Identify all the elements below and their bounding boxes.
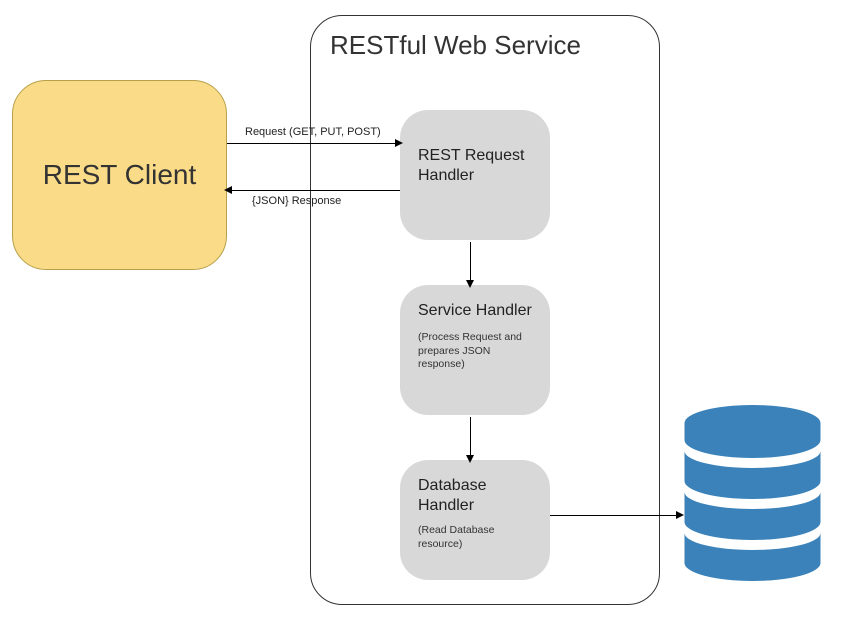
database-handler-title: Database Handler [418,476,532,516]
arrow-to-database-head-icon [466,455,474,463]
arrow-to-service-head-icon [466,280,474,288]
service-handler-box: Service Handler (Process Request and pre… [400,285,550,415]
service-handler-subtitle: (Process Request and prepares JSON respo… [418,331,532,372]
arrow-request [227,143,397,144]
rest-request-handler-box: REST Request Handler [400,110,550,240]
arrow-response [232,190,400,191]
service-title: RESTful Web Service [330,30,581,61]
arrow-response-label: {JSON} Response [252,195,341,207]
rest-client-box: REST Client [12,80,227,270]
arrow-to-db [550,515,678,516]
service-handler-title: Service Handler [418,301,532,321]
arrow-to-service [470,242,471,282]
arrow-request-label: Request (GET, PUT, POST) [245,126,381,138]
arrow-to-database [470,417,471,457]
database-icon [680,405,825,585]
rest-request-handler-title: REST Request Handler [418,146,532,186]
database-handler-subtitle: (Read Database resource) [418,524,532,551]
arrow-request-head-icon [395,139,403,147]
arrow-response-head-icon [224,186,232,194]
database-handler-box: Database Handler (Read Database resource… [400,460,550,580]
rest-client-label: REST Client [43,159,197,191]
